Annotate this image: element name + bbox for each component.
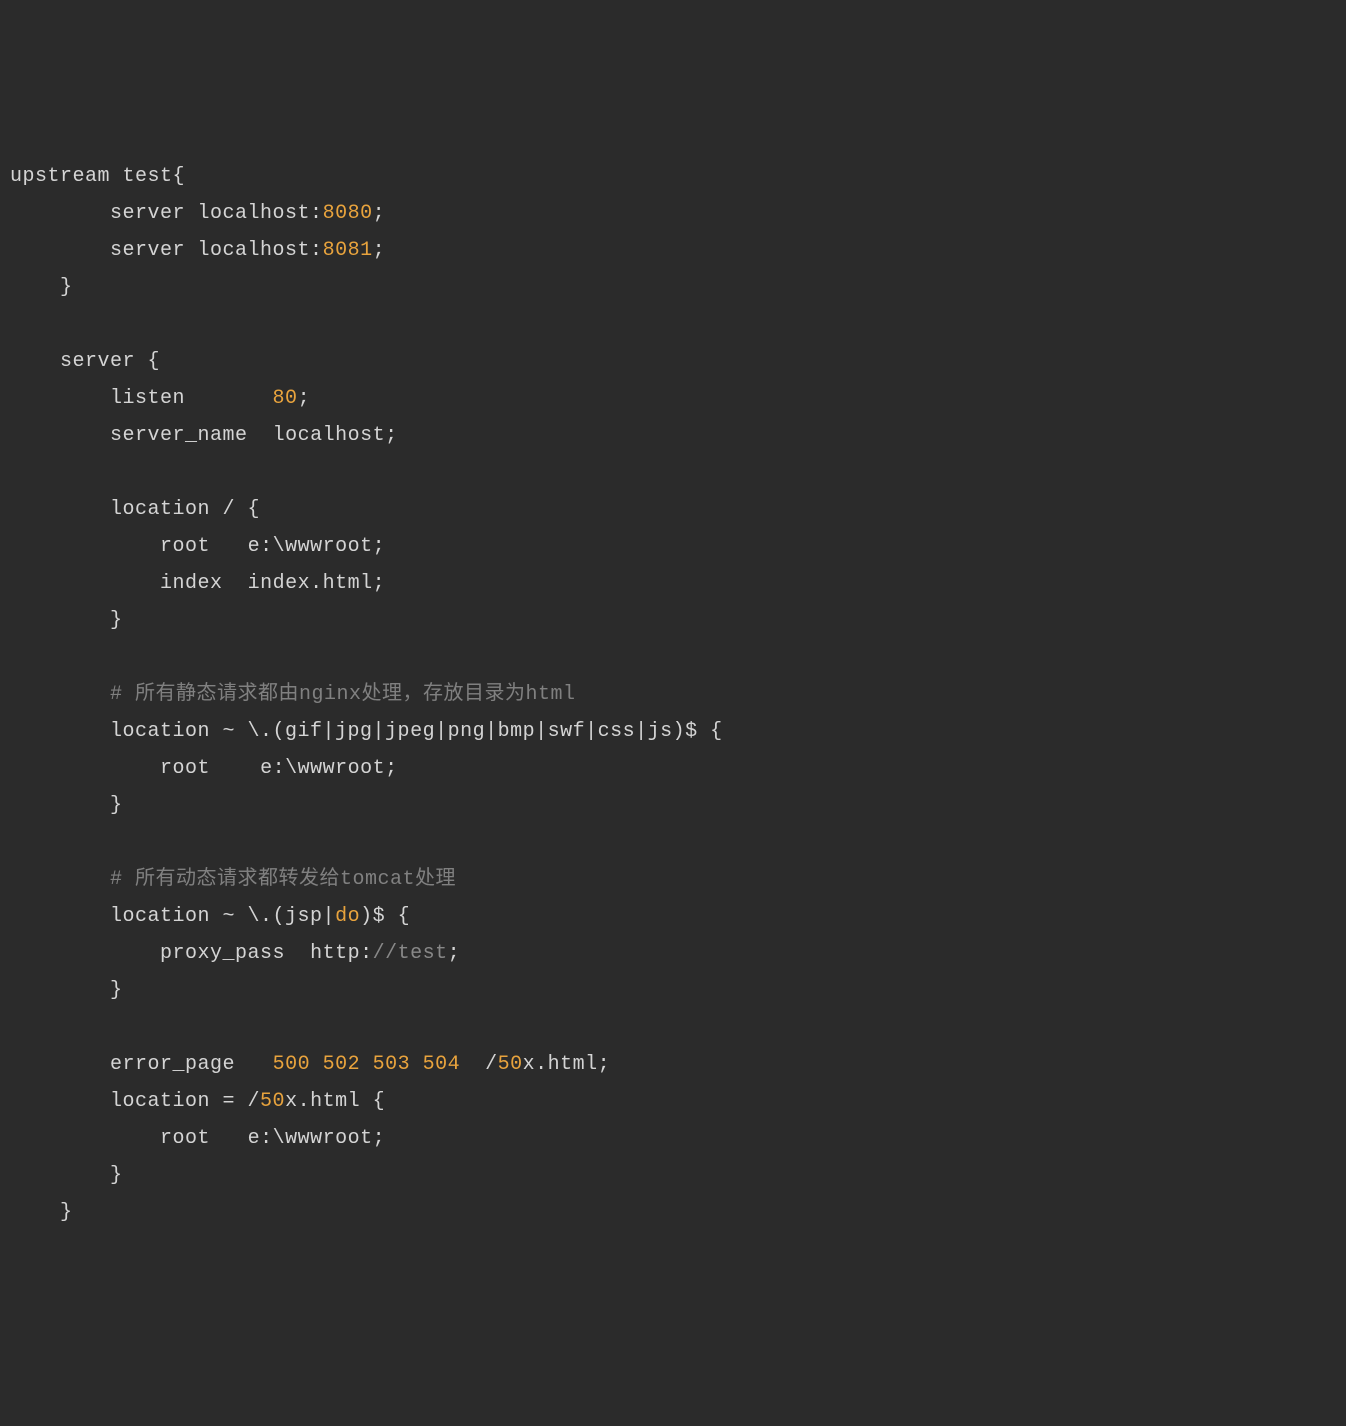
location-dynamic: location ~ \.(jsp| (110, 905, 335, 928)
code-line-10: location / { (10, 491, 1336, 528)
code-line-14 (10, 639, 1336, 676)
code-line-9 (10, 454, 1336, 491)
code-line-27: root e:\wwwroot; (10, 1120, 1336, 1157)
error-50: 50 (260, 1090, 285, 1113)
brace: } (110, 979, 123, 1002)
servername-value: localhost (273, 424, 386, 447)
code-line-26: location = /50x.html { (10, 1083, 1336, 1120)
brace: } (110, 1164, 123, 1187)
servername-keyword: server_name (110, 424, 248, 447)
code-line-7: listen 80; (10, 380, 1336, 417)
code-line-25: error_page 500 502 503 504 /50x.html; (10, 1046, 1336, 1083)
comment-text: # 所有静态请求都由nginx处理，存放目录为html (110, 683, 576, 706)
location-keyword: location / { (110, 498, 260, 521)
semicolon: ; (598, 1053, 611, 1076)
code-line-22: proxy_pass http://test; (10, 935, 1336, 972)
code-line-16: location ~ \.(gif|jpg|jpeg|png|bmp|swf|c… (10, 713, 1336, 750)
location-suffix: x.html { (285, 1090, 385, 1113)
root-value: e:\wwwroot (248, 535, 373, 558)
code-line-13: } (10, 602, 1336, 639)
code-line-12: index index.html; (10, 565, 1336, 602)
brace: { (148, 350, 161, 373)
code-line-20: # 所有动态请求都转发给tomcat处理 (10, 861, 1336, 898)
semicolon: ; (373, 239, 386, 262)
location-error: location = / (110, 1090, 260, 1113)
proxypass-keyword: proxy_pass (160, 942, 285, 965)
index-value: index.html (248, 572, 373, 595)
semicolon: ; (373, 202, 386, 225)
proxy-path: //test (373, 942, 448, 965)
semicolon: ; (385, 757, 398, 780)
root-keyword: root (160, 535, 210, 558)
location-suffix: )$ { (360, 905, 410, 928)
brace: { (173, 165, 186, 188)
semicolon: ; (373, 535, 386, 558)
root-keyword: root (160, 757, 210, 780)
errorpage-keyword: error_page (110, 1053, 235, 1076)
root-value: e:\wwwroot (260, 757, 385, 780)
code-line-29: } (10, 1194, 1336, 1231)
brace: } (110, 794, 123, 817)
code-line-15: # 所有静态请求都由nginx处理，存放目录为html (10, 676, 1336, 713)
code-line-5 (10, 306, 1336, 343)
root-keyword: root (160, 1127, 210, 1150)
semicolon: ; (373, 1127, 386, 1150)
http-prefix: http: (310, 942, 373, 965)
code-line-19 (10, 824, 1336, 861)
comment-text: # 所有动态请求都转发给tomcat处理 (110, 868, 456, 891)
root-value: e:\wwwroot (248, 1127, 373, 1150)
code-line-3: server localhost:8081; (10, 232, 1336, 269)
code-line-1: upstream test{ (10, 158, 1336, 195)
brace: } (60, 1201, 73, 1224)
code-line-4: } (10, 269, 1336, 306)
code-line-17: root e:\wwwroot; (10, 750, 1336, 787)
code-line-6: server { (10, 343, 1336, 380)
brace: } (60, 276, 73, 299)
code-line-21: location ~ \.(jsp|do)$ { (10, 898, 1336, 935)
semicolon: ; (385, 424, 398, 447)
semicolon: ; (298, 387, 311, 410)
code-line-2: server localhost:8080; (10, 195, 1336, 232)
upstream-name: test (123, 165, 173, 188)
server-host: server localhost: (110, 239, 323, 262)
server-keyword: server (60, 350, 135, 373)
do-keyword: do (335, 905, 360, 928)
code-line-24 (10, 1009, 1336, 1046)
semicolon: ; (373, 572, 386, 595)
code-line-23: } (10, 972, 1336, 1009)
port-number: 8081 (323, 239, 373, 262)
listen-keyword: listen (110, 387, 185, 410)
server-host: server localhost: (110, 202, 323, 225)
listen-port: 80 (273, 387, 298, 410)
code-editor: upstream test{ server localhost:8080; se… (10, 158, 1336, 1231)
code-line-11: root e:\wwwroot; (10, 528, 1336, 565)
code-line-28: } (10, 1157, 1336, 1194)
brace: } (110, 609, 123, 632)
port-number: 8080 (323, 202, 373, 225)
slash: / (485, 1053, 498, 1076)
upstream-keyword: upstream (10, 165, 110, 188)
semicolon: ; (448, 942, 461, 965)
location-static: location ~ \.(gif|jpg|jpeg|png|bmp|swf|c… (110, 720, 723, 743)
error-xhtml: x.html (523, 1053, 598, 1076)
index-keyword: index (160, 572, 223, 595)
error-50: 50 (498, 1053, 523, 1076)
code-line-8: server_name localhost; (10, 417, 1336, 454)
code-line-18: } (10, 787, 1336, 824)
error-codes: 500 502 503 504 (273, 1053, 461, 1076)
